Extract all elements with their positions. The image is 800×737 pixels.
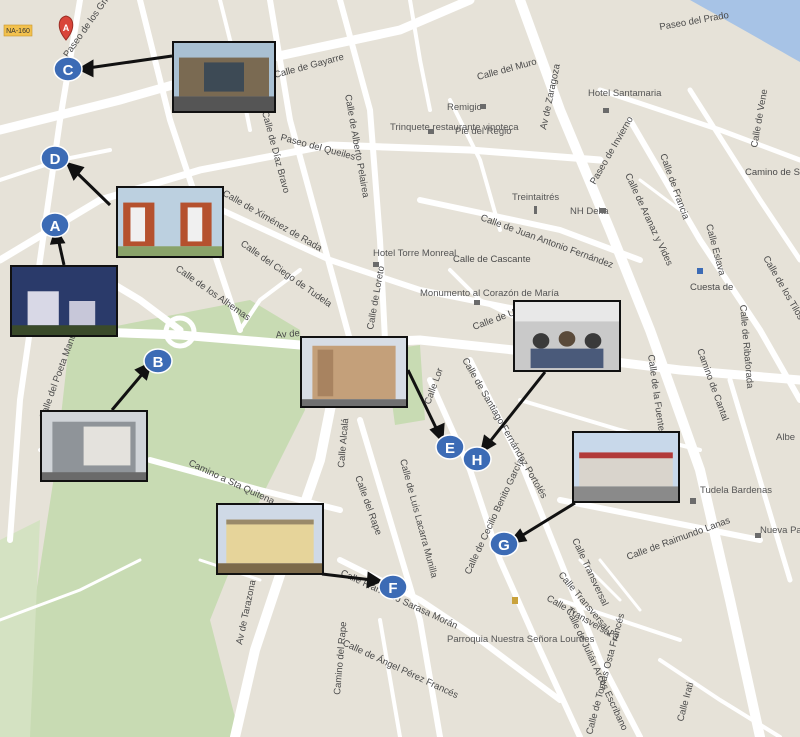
svg-text:A: A: [63, 23, 70, 33]
marker-g[interactable]: G: [489, 531, 519, 557]
marker-a[interactable]: C: [53, 56, 83, 82]
marker-e[interactable]: E: [435, 434, 465, 460]
photo-a: [10, 265, 118, 337]
restaurant-icon: [428, 129, 434, 134]
church-icon: [512, 597, 518, 604]
hotel-icon: [600, 208, 606, 213]
photo-d: [116, 186, 224, 258]
svg-text:E: E: [445, 440, 455, 457]
restaurant-icon: [755, 533, 761, 538]
poi-label: Treintaitrés: [512, 192, 559, 203]
poi-label: Parroquia Nuestra Señora Lourdes: [447, 634, 595, 645]
poi-label: Hotel Santamaria: [588, 88, 662, 99]
poi-label: Hotel Torre Monreal: [373, 248, 456, 259]
photo-b: [40, 410, 148, 482]
svg-text:C: C: [63, 62, 74, 79]
photo-f: [216, 503, 324, 575]
svg-text:NA-160: NA-160: [6, 28, 30, 35]
svg-text:F: F: [388, 580, 397, 597]
poi-label: Monumento al Corazón de María: [420, 288, 560, 299]
street-label: Av de: [275, 328, 300, 341]
photo-c: [172, 41, 276, 113]
photo-h: [513, 300, 621, 372]
marker-h[interactable]: H: [462, 446, 492, 472]
train-icon: [690, 498, 696, 504]
monument-icon: [474, 300, 480, 305]
poi-label: Pie del Regio: [455, 126, 512, 137]
poi-label: Nueva Parrilla: [760, 525, 800, 536]
svg-text:D: D: [50, 151, 61, 168]
street-label: Cuesta de: [690, 282, 733, 293]
restaurant-icon: [480, 104, 486, 109]
svg-text:B: B: [153, 354, 164, 371]
hotel-icon: [603, 108, 609, 113]
photo-g: [572, 431, 680, 503]
street-label: Camino de San: [745, 167, 800, 178]
road-badge: NA-160: [3, 24, 33, 37]
marker-a[interactable]: A: [40, 212, 70, 238]
bar-icon: [534, 206, 537, 214]
svg-text:G: G: [498, 537, 510, 554]
marker-f[interactable]: F: [378, 574, 408, 600]
poi-label: Albe: [776, 432, 795, 443]
svg-text:H: H: [472, 452, 483, 469]
transit-icon: [697, 268, 703, 274]
street-label: Calle de Cascante: [453, 254, 531, 265]
hotel-icon: [373, 262, 379, 267]
marker-b[interactable]: B: [143, 348, 173, 374]
marker-d[interactable]: D: [40, 145, 70, 171]
svg-text:A: A: [50, 218, 61, 235]
poi-label: Remigio: [447, 102, 482, 113]
photo-e: [300, 336, 408, 408]
poi-label: Tudela Bardenas: [700, 485, 772, 496]
